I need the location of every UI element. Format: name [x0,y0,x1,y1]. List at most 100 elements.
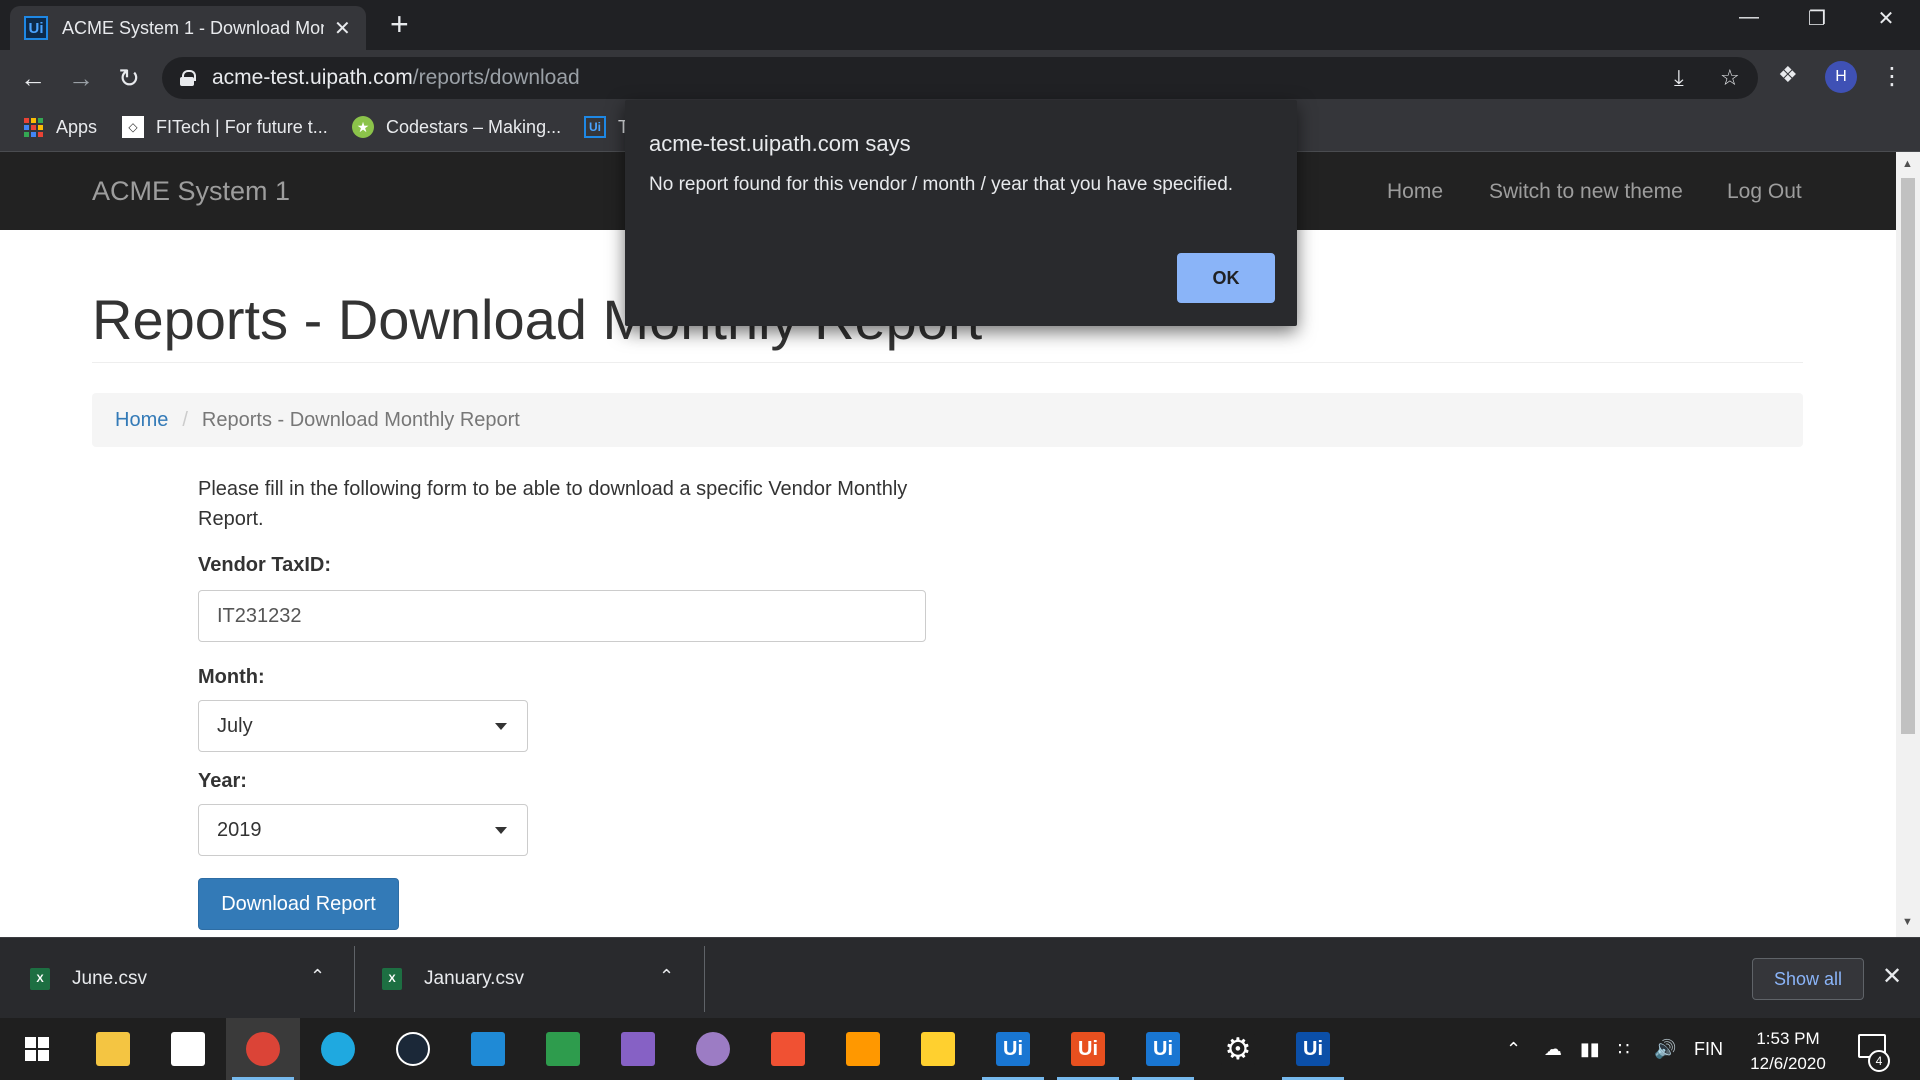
dialog-ok-button[interactable]: OK [1177,253,1275,303]
close-shelf-icon[interactable]: ✕ [1882,962,1902,991]
git-icon [771,1032,805,1066]
close-tab-icon[interactable]: ✕ [334,16,351,41]
taskbar-app[interactable] [826,1018,900,1080]
bookmark-codestars[interactable]: ★ Codestars – Making... [352,116,561,138]
browser-toolbar: ← → ↻ acme-test.uipath.com /reports/down… [0,50,1920,106]
download-filename: June.csv [72,967,147,989]
taxid-label: Vendor TaxID: [198,554,331,576]
battery-icon[interactable]: ▮▮ [1580,1018,1600,1080]
new-tab-button[interactable]: + [390,8,409,40]
nav-logout-link[interactable]: Log Out [1727,180,1802,204]
taskbar-app[interactable] [451,1018,525,1080]
language-indicator[interactable]: FIN [1694,1018,1723,1080]
site-brand[interactable]: ACME System 1 [92,176,290,207]
tray-chevron-icon[interactable]: ⌃ [1506,1018,1521,1080]
caret-down-icon [495,723,507,730]
bookmark-fitech[interactable]: ◇ FITech | For future t... [122,116,328,138]
bookmark-apps[interactable]: Apps [22,116,97,138]
minimize-window-icon[interactable]: — [1729,6,1769,29]
taskbar-app[interactable] [751,1018,825,1080]
year-select[interactable]: 2019 [198,804,528,856]
uipath-icon: Ui [584,116,606,138]
close-window-icon[interactable]: ✕ [1866,6,1906,31]
show-all-downloads-button[interactable]: Show all [1752,958,1864,1000]
system-clock[interactable]: 1:53 PM 12/6/2020 [1740,1026,1836,1076]
address-bar[interactable]: acme-test.uipath.com /reports/download ⤓… [162,57,1758,99]
browser-tabstrip: Ui ACME System 1 - Download Mon ✕ + — ❐ … [0,0,1920,50]
taxid-input[interactable] [198,590,926,642]
taskbar-app[interactable] [376,1018,450,1080]
windows-logo-icon [25,1037,49,1061]
taskbar-app[interactable] [226,1018,300,1080]
excel-file-icon: X [382,967,402,990]
steam-icon [396,1032,430,1066]
chrome-icon [246,1032,280,1066]
taskbar-app[interactable] [901,1018,975,1080]
chevron-up-icon[interactable]: ⌃ [310,966,325,987]
taskbar-app[interactable] [526,1018,600,1080]
download-shelf: X June.csv ⌃ X January.csv ⌃ Show all ✕ [0,937,1920,1018]
taskbar-app[interactable]: Ui [1276,1018,1350,1080]
bookmark-star-icon[interactable]: ☆ [1720,65,1740,91]
download-item-june[interactable]: X June.csv [30,938,330,1019]
form-intro-text: Please fill in the following form to be … [198,478,908,530]
taskbar-app[interactable] [151,1018,225,1080]
back-icon[interactable]: ← [16,61,50,95]
notification-count-badge: 4 [1868,1050,1890,1072]
page-scrollbar[interactable]: ▲ ▼ [1896,152,1920,937]
bookmark-uipath[interactable]: Ui T [584,116,629,138]
breadcrumb-home-link[interactable]: Home [115,409,168,432]
shelf-divider [354,946,355,1012]
nav-switch-theme-link[interactable]: Switch to new theme [1489,180,1683,204]
bookmark-label: FITech | For future t... [156,116,328,137]
url-path: /reports/download [412,66,580,89]
taskbar-app[interactable]: Ui [976,1018,1050,1080]
chevron-up-icon[interactable]: ⌃ [659,966,674,987]
clock-time: 1:53 PM [1756,1029,1820,1048]
taskbar-app[interactable] [676,1018,750,1080]
caret-down-icon [495,827,507,834]
onedrive-icon[interactable]: ☁ [1544,1018,1562,1080]
github-icon [696,1032,730,1066]
taskbar-app[interactable]: ⚙ [1201,1018,1275,1080]
taskbar-app[interactable] [301,1018,375,1080]
dialog-title: acme-test.uipath.com says [649,131,911,156]
store-icon [171,1032,205,1066]
taskbar-app[interactable]: Ui [1051,1018,1125,1080]
breadcrumb-current: Reports - Download Monthly Report [201,408,520,431]
forward-icon[interactable]: → [64,61,98,95]
menu-kebab-icon[interactable]: ⋮ [1880,62,1904,91]
reload-icon[interactable]: ↻ [112,61,146,95]
profile-avatar[interactable]: H [1825,61,1857,93]
start-button[interactable] [0,1018,74,1080]
nav-home-link[interactable]: Home [1387,180,1443,204]
scroll-up-icon[interactable]: ▲ [1902,158,1913,170]
settings-icon: ⚙ [1221,1032,1255,1066]
uipath-studio-icon: Ui [996,1032,1030,1066]
scroll-thumb[interactable] [1901,178,1915,734]
xml-tool-icon [546,1032,580,1066]
breadcrumb-separator: / [182,408,188,431]
restore-window-icon[interactable]: ❐ [1797,6,1837,31]
download-icon[interactable]: ⤓ [1674,65,1684,91]
uipath-assistant-icon: Ui [1146,1032,1180,1066]
bookmark-label: Apps [56,116,98,137]
lock-icon [180,70,196,86]
mail-icon [471,1032,505,1066]
browser-tab[interactable]: Ui ACME System 1 - Download Mon ✕ [10,6,366,50]
month-select[interactable]: July [198,700,528,752]
sublime-icon [846,1032,880,1066]
volume-icon[interactable]: 🔊 [1654,1018,1676,1080]
month-label: Month: [198,666,265,688]
scroll-down-icon[interactable]: ▼ [1902,916,1913,928]
taskbar-app[interactable] [76,1018,150,1080]
wifi-icon[interactable]: ∷ [1618,1018,1629,1080]
extensions-puzzle-icon[interactable]: ❖ [1778,62,1798,88]
bookmark-label: Codestars – Making... [386,116,562,137]
download-item-january[interactable]: X January.csv [382,938,682,1019]
taskbar-app[interactable]: Ui [1126,1018,1200,1080]
download-report-button[interactable]: Download Report [198,878,399,930]
taskbar-app[interactable] [601,1018,675,1080]
uipath-robot-icon: Ui [1296,1032,1330,1066]
clock-date: 12/6/2020 [1750,1054,1826,1073]
